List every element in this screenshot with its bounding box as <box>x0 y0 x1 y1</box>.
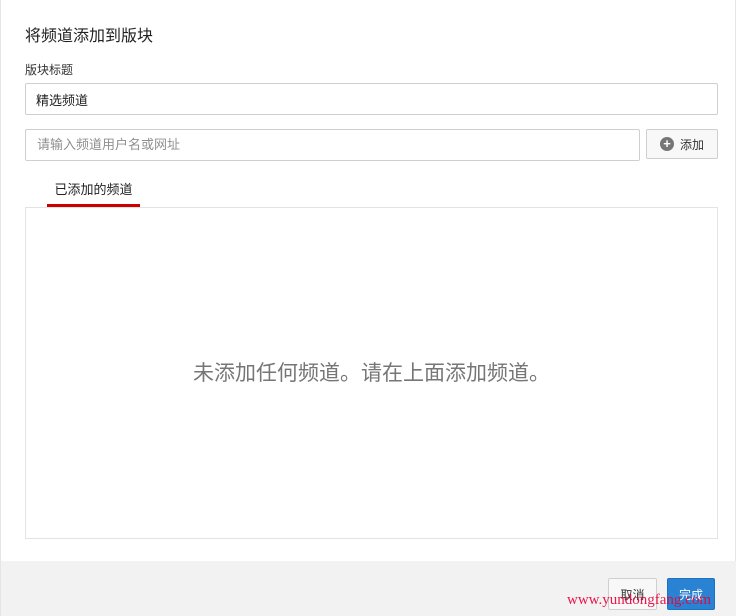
plus-circle-icon: + <box>659 137 674 151</box>
dialog-title: 将频道添加到版块 <box>25 26 154 45</box>
tab-added-channels[interactable]: 已添加的频道 <box>47 178 140 207</box>
added-channels-panel: 未添加任何频道。请在上面添加频道。 <box>25 207 718 539</box>
site-watermark: www.yundongfang.com <box>567 592 712 608</box>
add-channel-button[interactable]: + 添加 <box>646 129 718 159</box>
empty-state-message: 未添加任何频道。请在上面添加频道。 <box>193 361 550 385</box>
add-channel-dialog: 将频道添加到版块 版块标题 + 添加 已添加的频道 未添加任何频道。请在上面添加… <box>0 0 736 616</box>
channel-search-input[interactable] <box>25 129 640 161</box>
section-title-input[interactable] <box>25 83 718 115</box>
section-title-label: 版块标题 <box>25 63 74 77</box>
add-button-label: 添加 <box>679 137 704 152</box>
